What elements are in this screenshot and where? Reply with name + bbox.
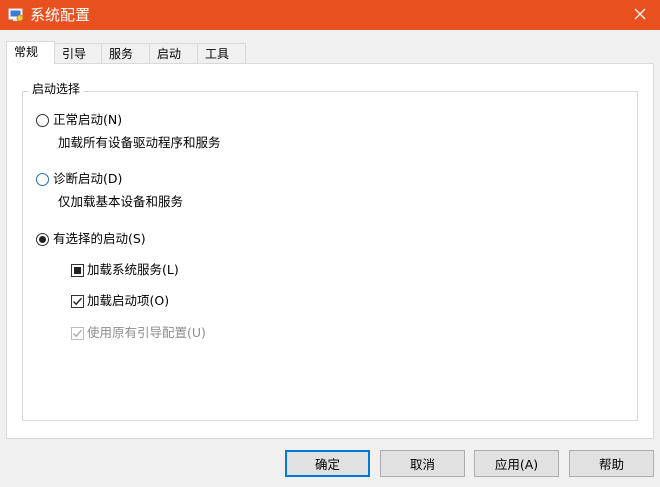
- close-icon: [634, 8, 646, 23]
- load-system-services-checkbox[interactable]: [71, 264, 84, 277]
- selective-startup-label[interactable]: 有选择的启动(S): [53, 231, 146, 247]
- load-startup-items-label[interactable]: 加载启动项(O): [87, 293, 169, 309]
- apply-button[interactable]: 应用(A): [474, 450, 559, 477]
- diagnostic-startup-description: 仅加载基本设备和服务: [58, 194, 184, 209]
- indeterminate-mark: [74, 267, 81, 274]
- load-startup-items-checkbox[interactable]: [71, 295, 84, 308]
- close-button[interactable]: [620, 0, 660, 30]
- window-title: 系统配置: [30, 6, 91, 24]
- tab-label: 服务: [109, 47, 134, 61]
- tab-label: 启动: [157, 47, 182, 61]
- system-config-app-icon: [8, 7, 24, 23]
- startup-selection-legend: 启动选择: [29, 82, 84, 96]
- normal-startup-radio[interactable]: [36, 114, 49, 127]
- selective-startup-radio[interactable]: [36, 233, 49, 246]
- diagnostic-startup-radio[interactable]: [36, 173, 49, 186]
- tab-services[interactable]: 服务: [101, 43, 150, 63]
- help-button[interactable]: 帮助: [569, 450, 654, 477]
- tab-label: 引导: [62, 47, 87, 61]
- tab-boot[interactable]: 引导: [54, 43, 102, 63]
- use-original-boot-config-checkbox: [71, 327, 84, 340]
- normal-startup-description: 加载所有设备驱动程序和服务: [58, 135, 221, 150]
- use-original-boot-config-label: 使用原有引导配置(U): [87, 325, 206, 340]
- title-bar: 系统配置: [0, 0, 660, 30]
- normal-startup-label[interactable]: 正常启动(N): [53, 112, 122, 128]
- diagnostic-startup-label[interactable]: 诊断启动(D): [53, 171, 122, 187]
- radio-selected-dot: [39, 236, 46, 243]
- tab-startup[interactable]: 启动: [149, 43, 198, 63]
- load-system-services-label[interactable]: 加载系统服务(L): [87, 262, 179, 278]
- checkmark-icon: [73, 297, 83, 306]
- tab-label: 常规: [14, 45, 39, 59]
- tab-label: 工具: [205, 47, 230, 61]
- tab-general[interactable]: 常规: [6, 41, 55, 64]
- general-tab-panel: 启动选择 正常启动(N) 加载所有设备驱动程序和服务 诊断启动(D) 仅加载基本…: [6, 63, 654, 439]
- checkmark-icon: [73, 329, 83, 338]
- ok-button[interactable]: 确定: [285, 450, 370, 477]
- tab-tools[interactable]: 工具: [197, 43, 246, 63]
- cancel-button[interactable]: 取消: [380, 450, 465, 477]
